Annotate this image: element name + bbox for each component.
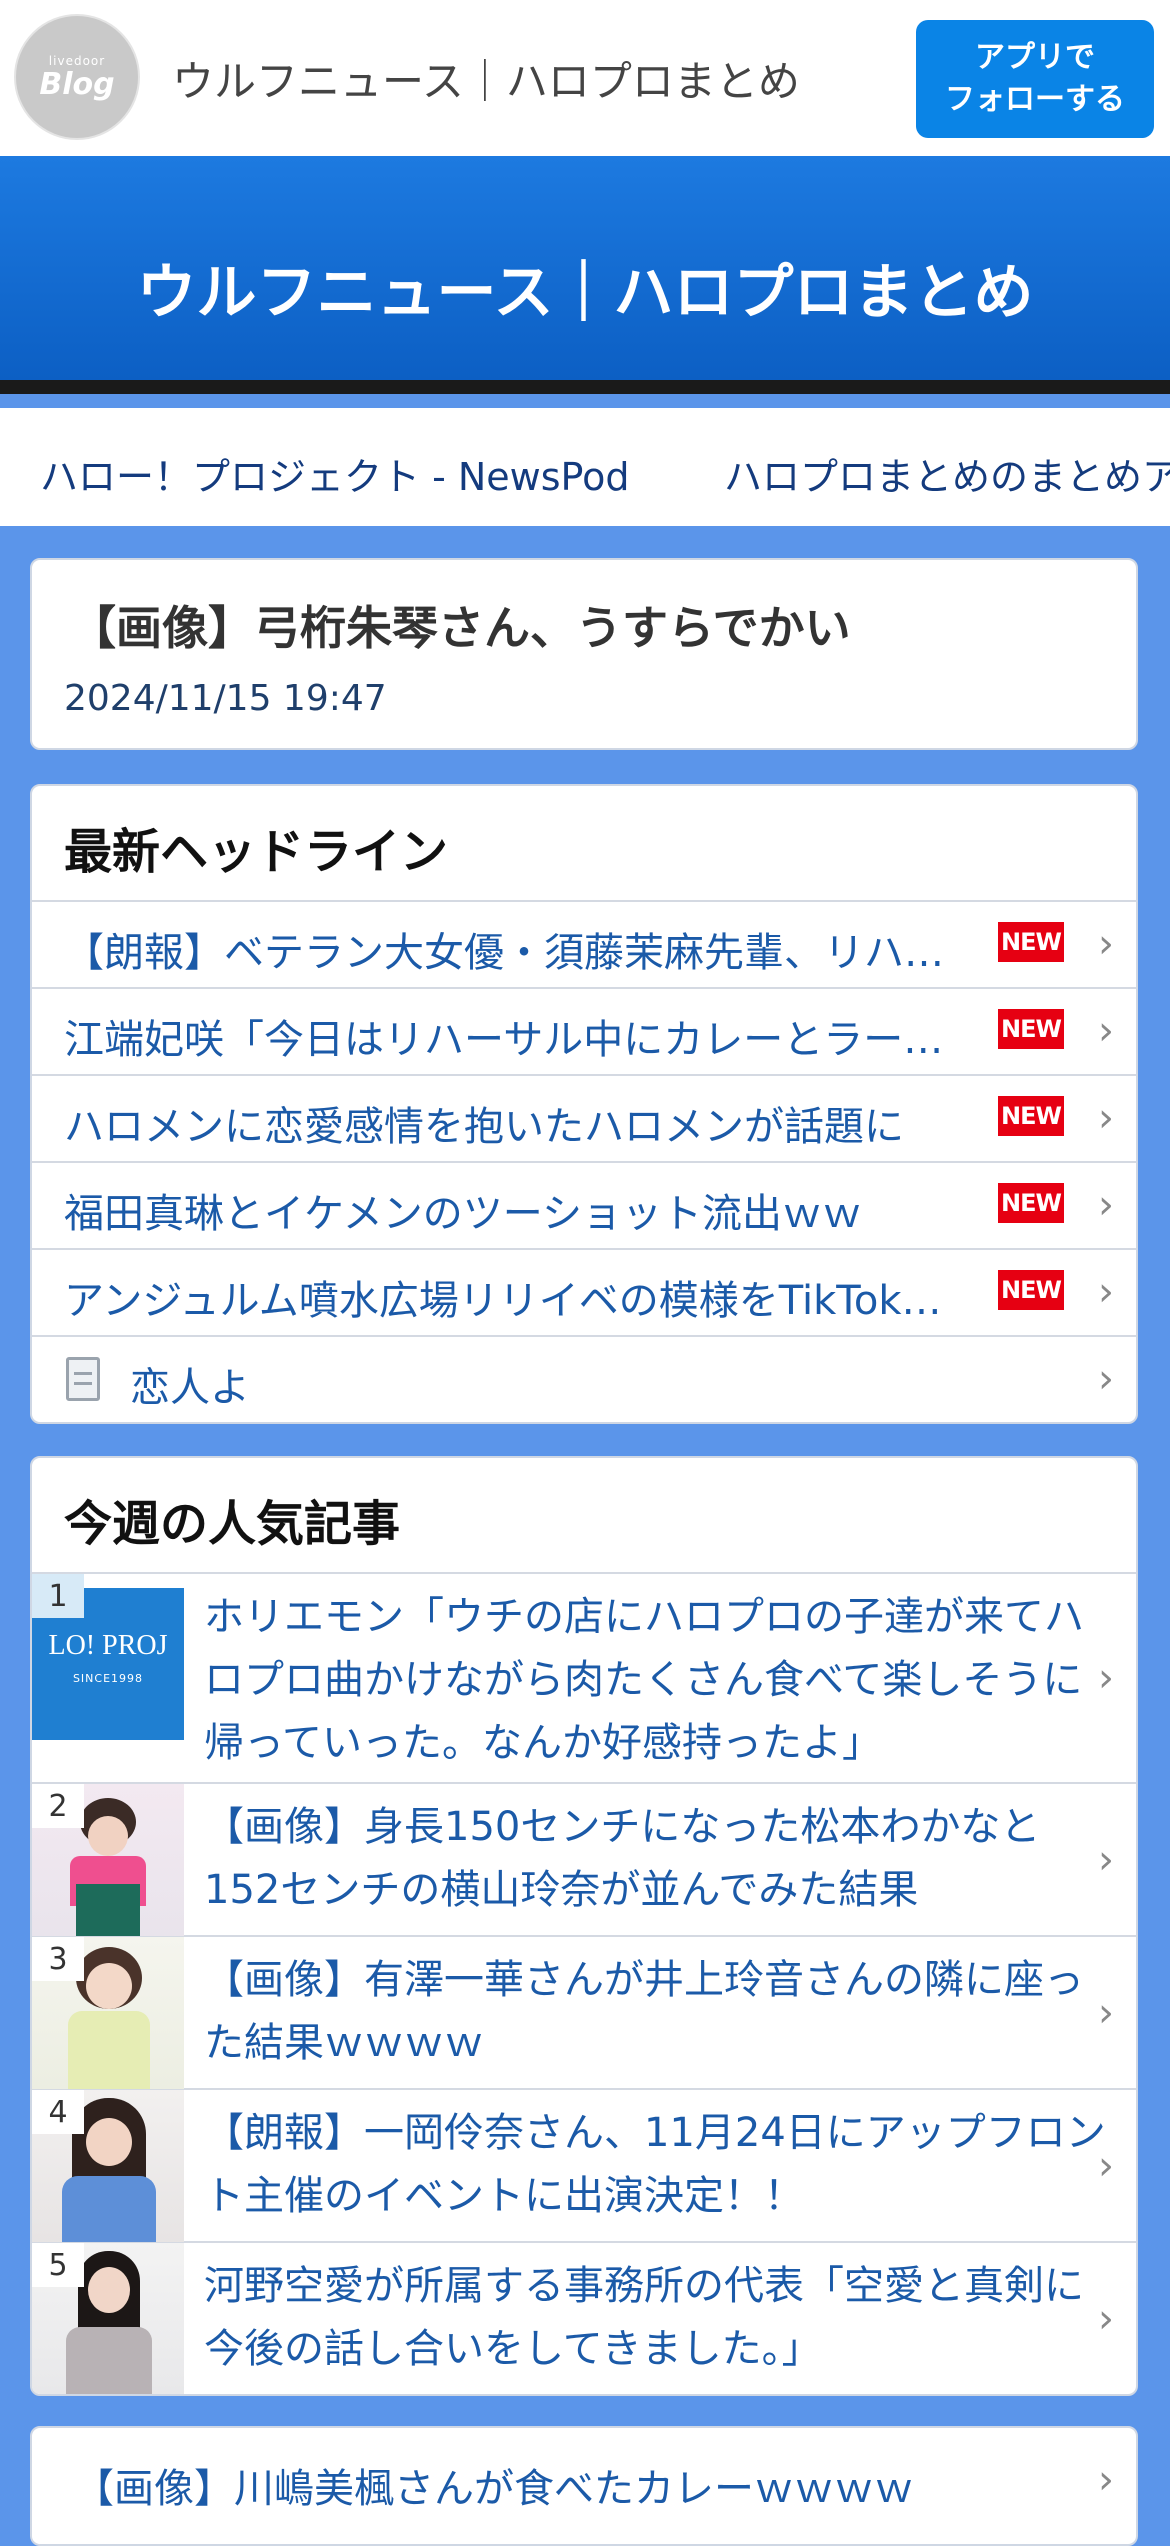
- logo-big-text: Blog: [39, 67, 115, 102]
- chevron-right-icon: ›: [1098, 1269, 1114, 1315]
- related-link[interactable]: ハロプロまとめのまとめア: [724, 446, 1170, 501]
- popular-item[interactable]: 2 【画像】身長150センチになった松本わかなと152センチの横山玲奈が並んでみ…: [32, 1784, 1136, 1937]
- new-badge: NEW: [998, 1270, 1064, 1310]
- follow-in-app-button[interactable]: アプリで フォローする: [916, 20, 1154, 138]
- headline-text: アンジュルム噴水広場リリイベの模様をTikTok…: [64, 1278, 942, 1324]
- popular-text: 【朗報】一岡伶奈さん、11月24日にアップフロント主催のイベントに出演決定！！: [204, 2110, 1106, 2219]
- headline-text: 江端妃咲「今日はリハーサル中にカレーとラー…: [64, 1017, 944, 1063]
- related-link[interactable]: ハロー！プロジェクト - NewsPod: [40, 446, 629, 501]
- popular-heading: 今週の人気記事: [32, 1458, 1136, 1574]
- article-date: 2024/11/15 19:47: [64, 678, 387, 719]
- chevron-right-icon: ›: [1098, 2296, 1114, 2342]
- chevron-right-icon: ›: [1098, 921, 1114, 967]
- chevron-right-icon: ›: [1098, 1655, 1114, 1701]
- article-list-text: 【画像】川嶋美楓さんが食べたカレーｗｗｗｗ: [74, 2466, 914, 2512]
- popular-text: 【画像】身長150センチになった松本わかなと152センチの横山玲奈が並んでみた結…: [204, 1804, 1041, 1913]
- article-card: 【画像】弓桁朱琴さん、うすらでかい 2024/11/15 19:47: [30, 558, 1138, 750]
- livedoor-blog-logo[interactable]: livedoor Blog: [14, 14, 140, 140]
- new-badge: NEW: [998, 1009, 1064, 1049]
- chevron-right-icon: ›: [1098, 1182, 1114, 1228]
- rank-number: 2: [32, 1784, 84, 1828]
- banner-title: ウルフニュース｜ハロプロまとめ: [136, 258, 1034, 328]
- popular-item[interactable]: 3 【画像】有澤一華さんが井上玲音さんの隣に座った結果ｗｗｗｗ ›: [32, 1937, 1136, 2090]
- headline-item[interactable]: 恋人よ ›: [32, 1337, 1136, 1422]
- popular-text: 【画像】有澤一華さんが井上玲音さんの隣に座った結果ｗｗｗｗ: [204, 1957, 1084, 2066]
- headline-text: 【朗報】ベテラン大女優・須藤茉麻先輩、リハ…: [64, 930, 944, 976]
- thumb-logo-sub: SINCE1998: [72, 1672, 144, 1685]
- popular-item[interactable]: LO! PROJ SINCE1998 1 ホリエモン「ウチの店にハロプロの子達が…: [32, 1574, 1136, 1784]
- rank-number: 5: [32, 2243, 84, 2287]
- headline-text: 恋人よ: [130, 1365, 250, 1411]
- weekly-popular-card: 今週の人気記事 LO! PROJ SINCE1998 1 ホリエモン「ウチの店に…: [30, 1456, 1138, 2396]
- new-badge: NEW: [998, 1183, 1064, 1223]
- document-icon: [66, 1357, 100, 1401]
- latest-headlines-card: 最新ヘッドライン 【朗報】ベテラン大女優・須藤茉麻先輩、リハ… NEW › 江端…: [30, 784, 1138, 1424]
- header-banner[interactable]: ウルフニュース｜ハロプロまとめ: [0, 156, 1170, 394]
- follow-line1: アプリで: [975, 40, 1095, 75]
- rank-number: 1: [32, 1574, 84, 1618]
- follow-line2: フォローする: [945, 82, 1125, 117]
- popular-item[interactable]: 4 【朗報】一岡伶奈さん、11月24日にアップフロント主催のイベントに出演決定！…: [32, 2090, 1136, 2243]
- headline-item[interactable]: 福田真琳とイケメンのツーショット流出ｗｗ NEW ›: [32, 1163, 1136, 1250]
- chevron-right-icon: ›: [1098, 1095, 1114, 1141]
- headline-item[interactable]: 【朗報】ベテラン大女優・須藤茉麻先輩、リハ… NEW ›: [32, 902, 1136, 989]
- headline-text: 福田真琳とイケメンのツーショット流出ｗｗ: [64, 1191, 862, 1237]
- headlines-heading: 最新ヘッドライン: [32, 786, 1136, 902]
- headline-text: ハロメンに恋愛感情を抱いたハロメンが話題に: [64, 1104, 904, 1150]
- chevron-right-icon: ›: [1098, 1356, 1114, 1402]
- headline-item[interactable]: アンジュルム噴水広場リリイベの模様をTikTok… NEW ›: [32, 1250, 1136, 1337]
- new-badge: NEW: [998, 922, 1064, 962]
- article-title[interactable]: 【画像】弓桁朱琴さん、うすらでかい: [70, 592, 851, 658]
- popular-item[interactable]: 5 河野空愛が所属する事務所の代表「空愛と真剣に今後の話し合いをしてきました。」…: [32, 2243, 1136, 2394]
- popular-text: ホリエモン「ウチの店にハロプロの子達が来てハロプロ曲かけながら肉たくさん食べて楽…: [204, 1594, 1084, 1766]
- headline-item[interactable]: ハロメンに恋愛感情を抱いたハロメンが話題に NEW ›: [32, 1076, 1136, 1163]
- new-badge: NEW: [998, 1096, 1064, 1136]
- thumb-logo-text: LO! PROJ: [48, 1630, 168, 1661]
- rank-number: 3: [32, 1937, 84, 1981]
- article-list-item[interactable]: 【画像】川嶋美楓さんが食べたカレーｗｗｗｗ ›: [32, 2428, 1136, 2516]
- top-bar: livedoor Blog ウルフニュース｜ハロプロまとめ アプリで フォローす…: [0, 0, 1170, 156]
- rank-number: 4: [32, 2090, 84, 2134]
- article-list-card: 【画像】川嶋美楓さんが食べたカレーｗｗｗｗ ›: [30, 2426, 1138, 2546]
- popular-text: 河野空愛が所属する事務所の代表「空愛と真剣に今後の話し合いをしてきました。」: [204, 2263, 1084, 2372]
- chevron-right-icon: ›: [1098, 2143, 1114, 2189]
- chevron-right-icon: ›: [1098, 2457, 1114, 2503]
- related-links-bar: ハロー！プロジェクト - NewsPod ハロプロまとめのまとめア: [0, 408, 1170, 526]
- logo-small-text: livedoor: [48, 54, 106, 68]
- chevron-right-icon: ›: [1098, 1990, 1114, 2036]
- blog-title[interactable]: ウルフニュース｜ハロプロまとめ: [172, 48, 800, 109]
- chevron-right-icon: ›: [1098, 1008, 1114, 1054]
- chevron-right-icon: ›: [1098, 1837, 1114, 1883]
- headline-item[interactable]: 江端妃咲「今日はリハーサル中にカレーとラー… NEW ›: [32, 989, 1136, 1076]
